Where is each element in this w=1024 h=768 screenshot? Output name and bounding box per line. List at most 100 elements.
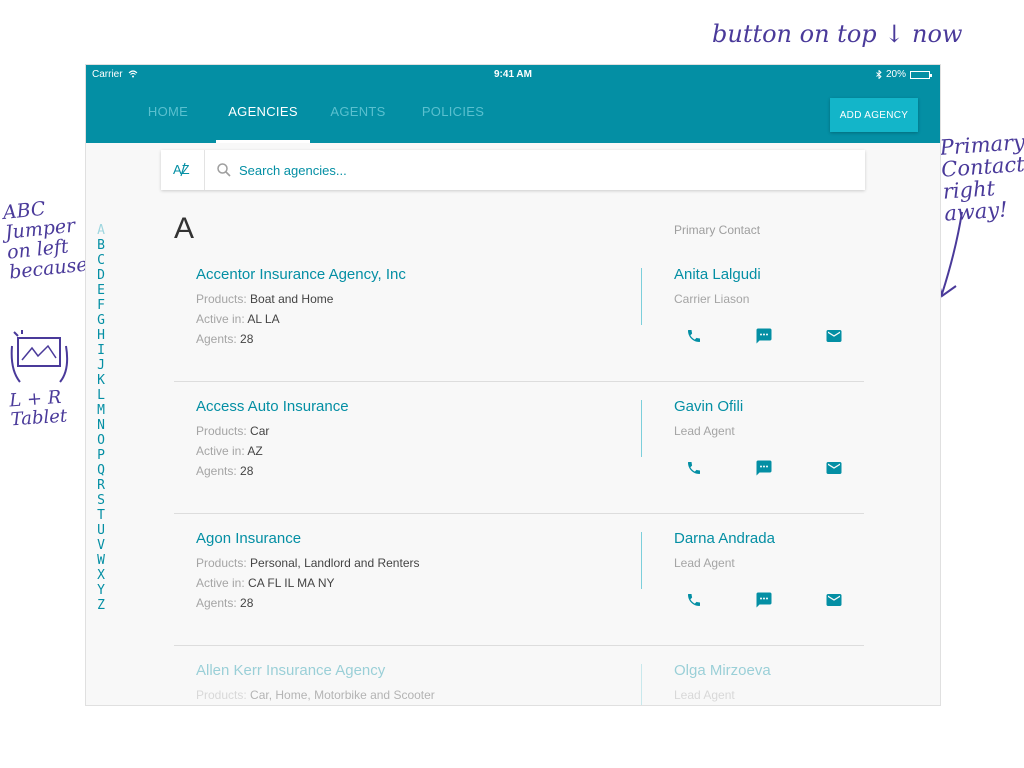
primary-contact-header: Primary Contact <box>674 223 761 237</box>
jumper-letter-k[interactable]: K <box>94 373 108 388</box>
chat-icon <box>756 592 772 608</box>
agency-name[interactable]: Access Auto Insurance <box>196 398 349 415</box>
phone-icon <box>688 330 700 342</box>
jumper-letter-d[interactable]: D <box>94 268 108 283</box>
message-button[interactable] <box>752 324 776 348</box>
jumper-letter-l[interactable]: L <box>94 388 108 403</box>
jumper-letter-c[interactable]: C <box>94 253 108 268</box>
search-bar: AZ <box>161 150 865 190</box>
agency-products: Products: Personal, Landlord and Renters <box>196 556 420 570</box>
jumper-letter-o[interactable]: O <box>94 433 108 448</box>
clock: 9:41 AM <box>494 69 532 80</box>
section-letter: A <box>174 212 195 245</box>
email-button[interactable] <box>822 456 846 480</box>
chat-icon <box>756 460 772 476</box>
jumper-letter-q[interactable]: Q <box>94 463 108 478</box>
jumper-letter-p[interactable]: P <box>94 448 108 463</box>
battery-icon <box>910 70 932 79</box>
row-divider <box>641 268 642 325</box>
agency-name[interactable]: Allen Kerr Insurance Agency <box>196 662 385 679</box>
agency-row[interactable]: Agon Insurance Products: Personal, Landl… <box>174 514 864 646</box>
tab-policies[interactable]: POLICIES <box>414 83 492 143</box>
jumper-letter-m[interactable]: M <box>94 403 108 418</box>
annotation-lr-tablet: L + R Tablet <box>8 386 68 431</box>
agency-active-in: Active in: CA FL IL MA NY <box>196 576 335 590</box>
jumper-letter-e[interactable]: E <box>94 283 108 298</box>
jumper-letter-i[interactable]: I <box>94 343 108 358</box>
jumper-letter-z[interactable]: Z <box>94 598 108 613</box>
status-bar: Carrier 9:41 AM 20% <box>86 65 940 83</box>
agency-products: Products: Car, Home, Motorbike and Scoot… <box>196 688 435 702</box>
search-icon <box>217 163 231 177</box>
agency-row[interactable]: Allen Kerr Insurance Agency Products: Ca… <box>174 646 864 705</box>
jumper-letter-x[interactable]: X <box>94 568 108 583</box>
agency-agents-count: Agents: 28 <box>196 332 254 346</box>
contact-role: Lead Agent <box>674 688 735 702</box>
mail-icon <box>826 330 842 342</box>
message-button[interactable] <box>752 456 776 480</box>
jumper-letter-y[interactable]: Y <box>94 583 108 598</box>
agency-name[interactable]: Accentor Insurance Agency, Inc <box>196 266 406 283</box>
row-divider <box>641 664 642 705</box>
contact-name[interactable]: Gavin Ofili <box>674 398 743 415</box>
jumper-letter-j[interactable]: J <box>94 358 108 373</box>
message-button[interactable] <box>752 588 776 612</box>
bluetooth-icon <box>876 70 882 79</box>
battery-percent: 20% <box>885 69 906 80</box>
mail-icon <box>826 462 842 474</box>
battery-status: 20% <box>876 69 932 80</box>
agency-agents-count: Agents: 28 <box>196 596 254 610</box>
agency-agents-count: Agents: 28 <box>196 464 254 478</box>
annotation-arrow-icon <box>937 211 963 298</box>
jumper-letter-a[interactable]: A <box>94 223 108 238</box>
email-button[interactable] <box>822 324 846 348</box>
agency-active-in: Active in: AL LA <box>196 312 280 326</box>
jumper-letter-f[interactable]: F <box>94 298 108 313</box>
sort-az-button[interactable]: AZ <box>161 150 205 190</box>
search-input[interactable] <box>239 160 739 180</box>
contact-role: Lead Agent <box>674 556 735 570</box>
jumper-letter-t[interactable]: T <box>94 508 108 523</box>
call-button[interactable] <box>682 588 706 612</box>
agency-name[interactable]: Agon Insurance <box>196 530 301 547</box>
jumper-letter-g[interactable]: G <box>94 313 108 328</box>
agency-row[interactable]: Access Auto Insurance Products: Car Acti… <box>174 382 864 514</box>
jumper-letter-r[interactable]: R <box>94 478 108 493</box>
chat-icon <box>756 328 772 344</box>
mail-icon <box>826 594 842 606</box>
top-navigation: HOME AGENCIES AGENTS POLICIES ADD AGENCY <box>86 83 940 143</box>
add-agency-button[interactable]: ADD AGENCY <box>830 98 918 132</box>
contact-role: Carrier Liason <box>674 292 750 306</box>
contact-name[interactable]: Olga Mirzoeva <box>674 662 771 679</box>
jumper-letter-v[interactable]: V <box>94 538 108 553</box>
alphabet-jumper[interactable]: ABCDEFGHIJKLMNOPQRSTUVWXYZ <box>94 223 108 613</box>
jumper-letter-s[interactable]: S <box>94 493 108 508</box>
jumper-letter-b[interactable]: B <box>94 238 108 253</box>
jumper-letter-h[interactable]: H <box>94 328 108 343</box>
tablet-screen: Carrier 9:41 AM 20% HOME AGENCIES AGENTS… <box>86 65 940 705</box>
contact-role: Lead Agent <box>674 424 735 438</box>
row-divider <box>641 400 642 457</box>
call-button[interactable] <box>682 456 706 480</box>
phone-icon <box>688 462 700 474</box>
sort-az-icon: AZ <box>173 162 190 177</box>
agency-products: Products: Boat and Home <box>196 292 334 306</box>
contact-name[interactable]: Anita Lalgudi <box>674 266 761 283</box>
tab-home[interactable]: HOME <box>136 83 200 143</box>
agency-row[interactable]: Accentor Insurance Agency, Inc Products:… <box>174 250 864 382</box>
agency-products: Products: Car <box>196 424 270 438</box>
call-button[interactable] <box>682 324 706 348</box>
row-divider <box>641 532 642 589</box>
annotation-abc-jumper: ABC Jumper on left because <box>1 197 89 284</box>
annotation-button-on-top: button on top ↓ now <box>712 20 963 48</box>
contact-name[interactable]: Darna Andrada <box>674 530 775 547</box>
agency-active-in: Active in: AZ <box>196 444 263 458</box>
jumper-letter-w[interactable]: W <box>94 553 108 568</box>
phone-icon <box>688 594 700 606</box>
jumper-letter-n[interactable]: N <box>94 418 108 433</box>
jumper-letter-u[interactable]: U <box>94 523 108 538</box>
tablet-hands-sketch-icon <box>10 330 69 383</box>
tab-agents[interactable]: AGENTS <box>326 83 390 143</box>
email-button[interactable] <box>822 588 846 612</box>
tab-agencies[interactable]: AGENCIES <box>216 83 310 143</box>
